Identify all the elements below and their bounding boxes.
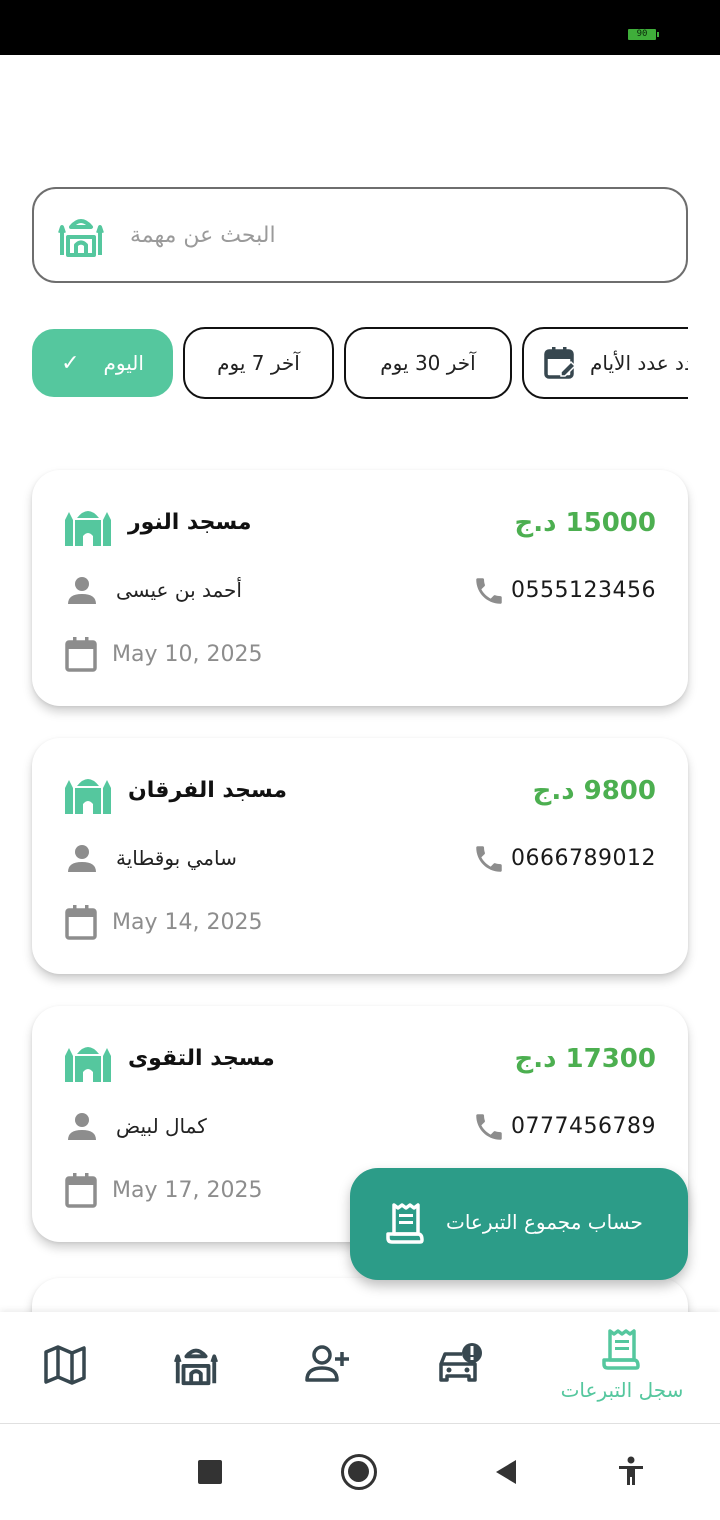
person-add-icon [305, 1345, 349, 1382]
car-alert-icon [439, 1343, 482, 1382]
mosque-icon [58, 219, 104, 257]
calendar-icon [65, 1173, 97, 1208]
nav-map[interactable] [30, 1312, 102, 1424]
edit-calendar-icon [544, 347, 576, 379]
mosque-icon [65, 1047, 111, 1082]
chip-custom-days[interactable]: حدد عدد الأيام [522, 327, 688, 399]
system-navigation-bar [0, 1424, 720, 1520]
filter-chips: ✓ اليوم آخر 7 يوم آخر 30 يوم حدد عدد الأ… [32, 327, 688, 399]
nav-vehicle-alerts[interactable] [420, 1312, 492, 1424]
chip-last-7-days[interactable]: آخر 7 يوم [183, 327, 334, 399]
battery-indicator: 90 [628, 29, 659, 40]
chip-today-label: اليوم [103, 351, 144, 375]
nav-donations-log-label: سجل التبرعات [560, 1378, 684, 1402]
calendar-icon [65, 905, 97, 940]
donation-amount: 17300 د.ج [514, 1044, 656, 1074]
map-icon [44, 1345, 86, 1385]
donor-name: كمال لبيض [116, 1114, 207, 1138]
phone-icon [476, 846, 502, 872]
phone-icon [476, 1114, 502, 1140]
chip-last-30-label: آخر 30 يوم [380, 351, 476, 375]
donor-name: أحمد بن عيسى [116, 578, 242, 602]
bottom-navigation: سجل التبرعات [0, 1312, 720, 1424]
calendar-icon [65, 637, 97, 672]
nav-add-donor[interactable] [290, 1312, 362, 1424]
donor-name: سامي بوقطاية [116, 846, 237, 870]
receipt-icon [386, 1203, 424, 1244]
mosque-name: مسجد النور [128, 510, 252, 535]
home-button[interactable] [341, 1454, 377, 1490]
person-icon [68, 577, 96, 604]
donation-card[interactable]: مسجد الفرقان 9800 د.ج سامي بوقطاية 06667… [32, 738, 688, 974]
donation-date: May 10, 2025 [112, 642, 263, 667]
home-button-dot [348, 1461, 369, 1482]
phone-icon [476, 578, 502, 604]
donor-phone: 0777456789 [511, 1114, 656, 1139]
accessibility-icon[interactable] [617, 1456, 645, 1486]
chip-custom-label: حدد عدد الأيام [590, 351, 688, 375]
status-bar: 90 [0, 0, 720, 55]
donation-date: May 14, 2025 [112, 910, 263, 935]
receipt-icon [602, 1329, 640, 1370]
chip-last-30-days[interactable]: آخر 30 يوم [344, 327, 512, 399]
back-button[interactable] [494, 1458, 518, 1486]
mosque-icon [174, 1348, 218, 1386]
donor-phone: 0666789012 [511, 846, 656, 871]
search-input[interactable] [130, 211, 650, 259]
donation-date: May 17, 2025 [112, 1178, 263, 1203]
mosque-icon [65, 511, 111, 546]
recents-button[interactable] [198, 1460, 222, 1484]
person-icon [68, 845, 96, 872]
check-icon: ✓ [61, 350, 80, 376]
donation-amount: 15000 د.ج [514, 508, 656, 538]
chip-last-7-label: آخر 7 يوم [217, 351, 300, 375]
calculate-total-button[interactable]: حساب مجموع التبرعات [350, 1168, 688, 1280]
nav-mosques[interactable] [160, 1312, 232, 1424]
chip-today[interactable]: ✓ اليوم [32, 329, 173, 397]
mosque-icon [65, 779, 111, 814]
person-icon [68, 1113, 96, 1140]
donor-phone: 0555123456 [511, 578, 656, 603]
mosque-name: مسجد التقوى [128, 1046, 275, 1071]
search-box[interactable] [32, 187, 688, 283]
donation-card[interactable]: مسجد النور 15000 د.ج أحمد بن عيسى 055512… [32, 470, 688, 706]
donation-amount: 9800 د.ج [532, 776, 656, 806]
calculate-total-label: حساب مجموع التبرعات [446, 1210, 643, 1234]
nav-donations-log[interactable]: سجل التبرعات [552, 1312, 692, 1424]
mosque-name: مسجد الفرقان [128, 778, 287, 803]
